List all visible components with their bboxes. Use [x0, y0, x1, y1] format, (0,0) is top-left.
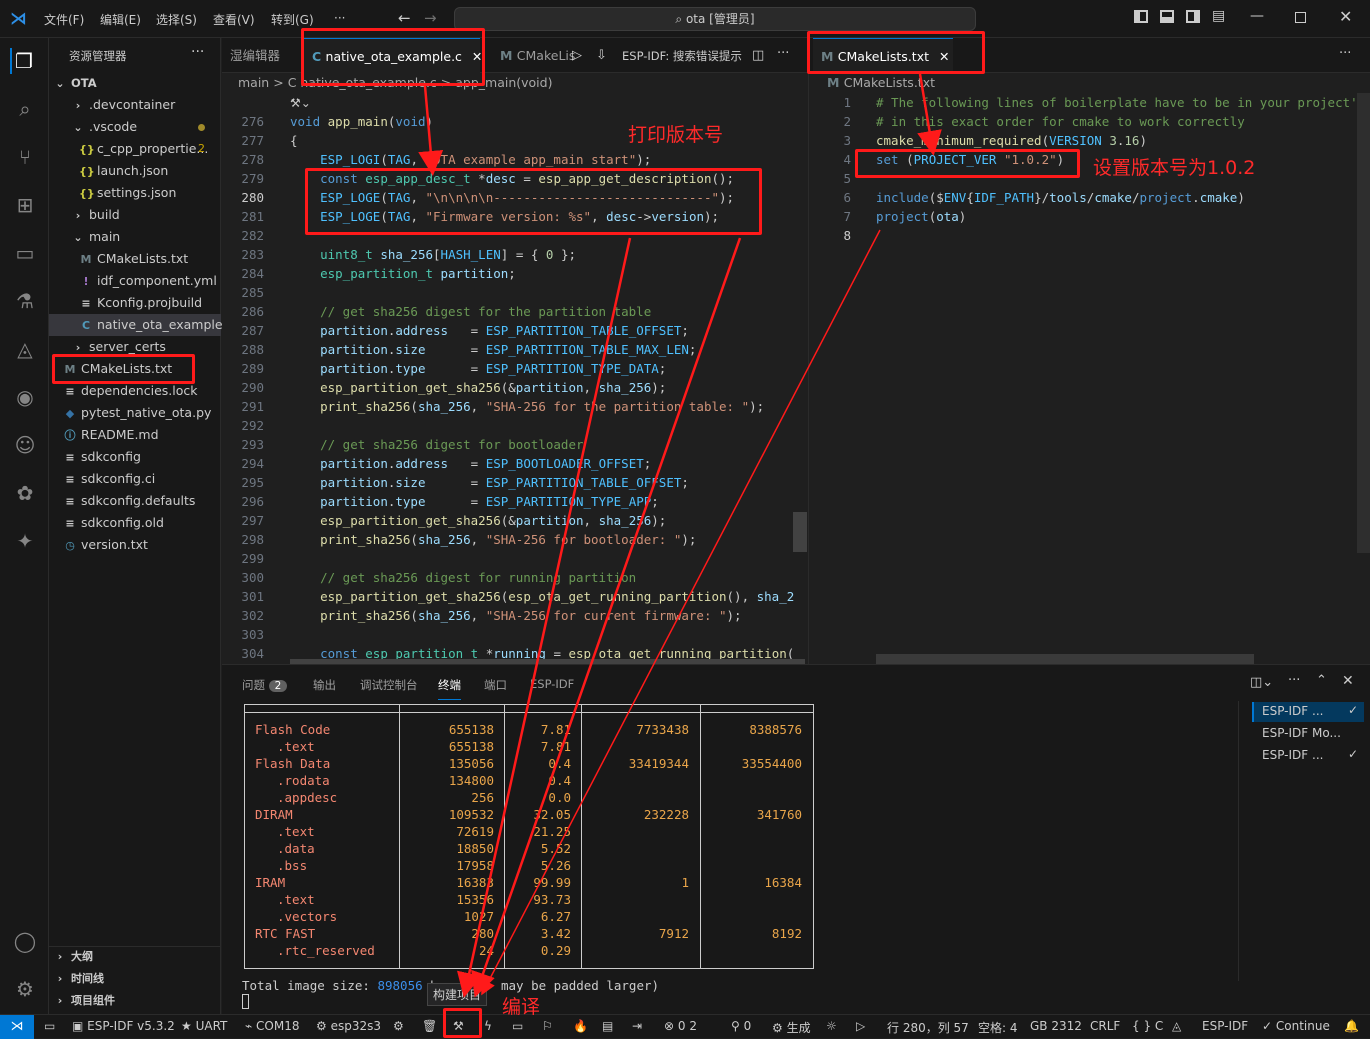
annotation-arrows — [418, 73, 942, 998]
arrow-cmake-to-build — [481, 229, 881, 996]
arrow-cmake-to-set — [917, 73, 942, 156]
arrow-code-to-build — [456, 237, 632, 998]
arrow-code-to-build-2 — [471, 237, 742, 998]
arrow-tab-to-code — [418, 85, 444, 176]
